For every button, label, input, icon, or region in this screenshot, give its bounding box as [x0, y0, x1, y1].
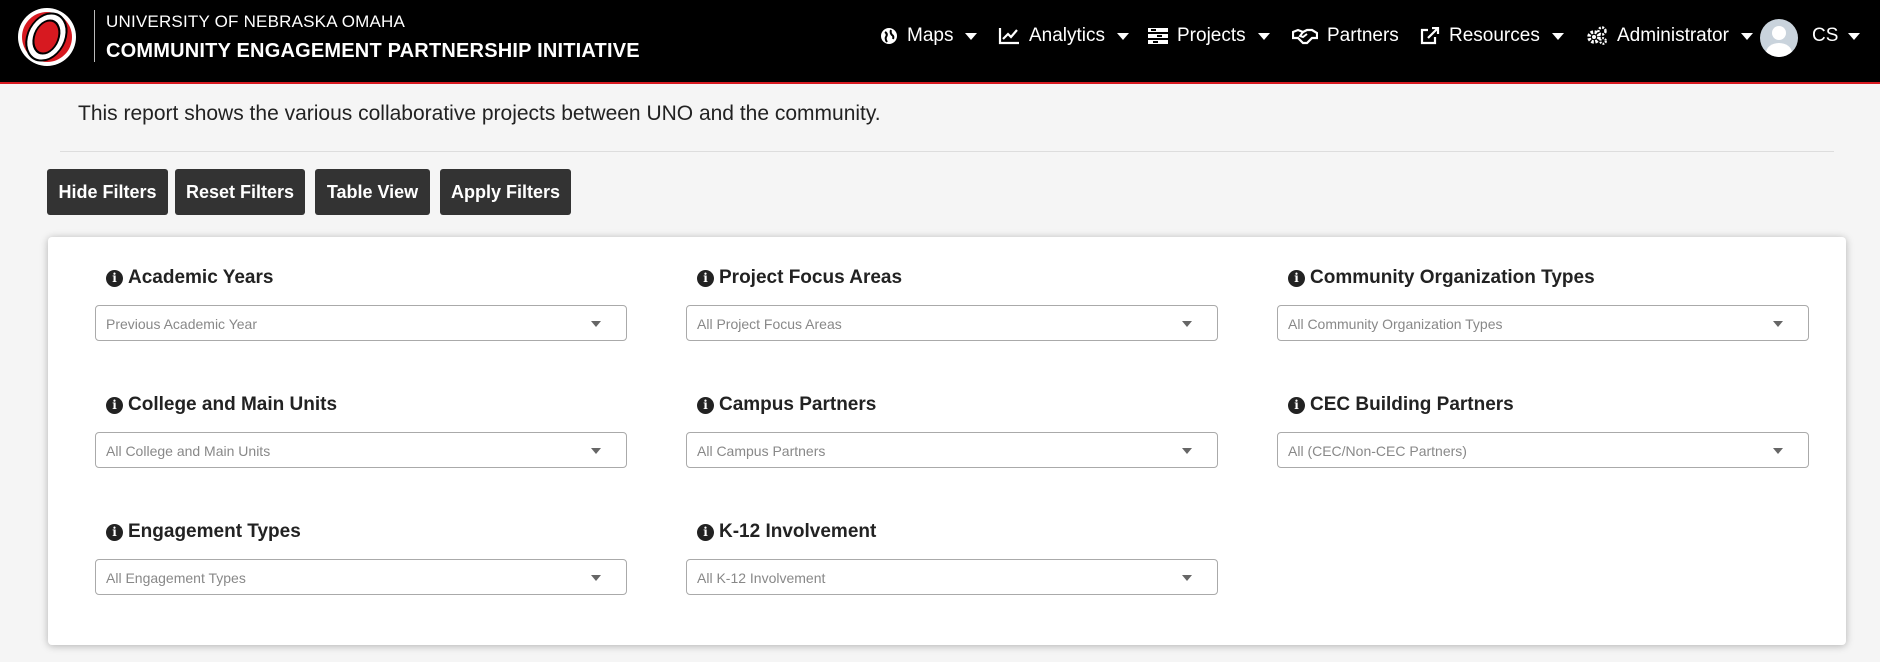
- academic-years-select[interactable]: Previous Academic Year: [95, 305, 627, 341]
- chevron-down-icon: [1182, 321, 1192, 327]
- nav-maps-label: Maps: [907, 25, 954, 46]
- cogs-icon: [1587, 26, 1607, 45]
- line-chart-icon: [998, 28, 1019, 45]
- college-units-select[interactable]: All College and Main Units: [95, 432, 627, 468]
- info-icon[interactable]: i: [697, 269, 714, 287]
- brand-divider: [94, 10, 95, 62]
- table-view-button[interactable]: Table View: [315, 169, 430, 215]
- chevron-down-icon: [965, 32, 978, 40]
- cec-building-partners-value: All (CEC/Non-CEC Partners): [1288, 443, 1467, 459]
- chevron-down-icon: [1773, 321, 1783, 327]
- campus-partners-value: All Campus Partners: [697, 443, 826, 459]
- handshake-icon: [1292, 28, 1318, 45]
- globe-icon: [881, 28, 897, 44]
- chevron-down-icon: [1773, 448, 1783, 454]
- nav-resources-label: Resources: [1449, 25, 1540, 46]
- divider: [60, 151, 1834, 152]
- user-initials[interactable]: CS: [1812, 25, 1838, 47]
- nav-projects-label: Projects: [1177, 25, 1246, 46]
- engagement-types-label-text: Engagement Types: [128, 521, 301, 542]
- project-focus-areas-label-text: Project Focus Areas: [719, 267, 903, 288]
- cec-building-partners-label-text: CEC Building Partners: [1310, 394, 1514, 415]
- info-icon[interactable]: i: [697, 523, 714, 541]
- hide-filters-button[interactable]: Hide Filters: [47, 169, 168, 215]
- campus-partners-label: i Campus Partners: [697, 394, 876, 416]
- app-title[interactable]: COMMUNITY ENGAGEMENT PARTNERSHIP INITIAT…: [106, 40, 640, 63]
- project-focus-areas-value: All Project Focus Areas: [697, 316, 842, 332]
- k12-involvement-value: All K-12 Involvement: [697, 570, 826, 586]
- project-focus-areas-label: i Project Focus Areas: [697, 267, 902, 289]
- info-icon[interactable]: i: [106, 396, 123, 414]
- info-icon[interactable]: i: [697, 396, 714, 414]
- academic-years-label-text: Academic Years: [128, 267, 274, 288]
- chevron-down-icon: [591, 321, 601, 327]
- campus-partners-label-text: Campus Partners: [719, 394, 877, 415]
- avatar[interactable]: [1760, 19, 1798, 57]
- info-icon[interactable]: i: [106, 523, 123, 541]
- report-description: This report shows the various collaborat…: [78, 102, 881, 125]
- uno-logo-icon[interactable]: [16, 6, 78, 68]
- user-menu-chevron-icon[interactable]: [1848, 33, 1860, 40]
- community-org-types-label-text: Community Organization Types: [1310, 267, 1595, 288]
- college-units-value: All College and Main Units: [106, 443, 271, 459]
- academic-years-label: i Academic Years: [106, 267, 273, 289]
- k12-involvement-select[interactable]: All K-12 Involvement: [686, 559, 1218, 595]
- community-org-types-select[interactable]: All Community Organization Types: [1277, 305, 1809, 341]
- info-icon[interactable]: i: [1288, 269, 1305, 287]
- reset-filters-button[interactable]: Reset Filters: [175, 169, 305, 215]
- nav-partners[interactable]: Partners: [1292, 0, 1399, 72]
- chevron-down-icon: [1257, 32, 1270, 40]
- nav-partners-label: Partners: [1327, 25, 1399, 46]
- cec-building-partners-select[interactable]: All (CEC/Non-CEC Partners): [1277, 432, 1809, 468]
- info-icon[interactable]: i: [1288, 396, 1305, 414]
- engagement-types-label: i Engagement Types: [106, 521, 301, 543]
- nav-analytics[interactable]: Analytics: [998, 0, 1130, 72]
- engagement-types-select[interactable]: All Engagement Types: [95, 559, 627, 595]
- chevron-down-icon: [1182, 448, 1192, 454]
- engagement-types-value: All Engagement Types: [106, 570, 246, 586]
- nav-projects[interactable]: Projects: [1148, 0, 1270, 72]
- college-units-label: i College and Main Units: [106, 394, 337, 416]
- k12-involvement-label: i K-12 Involvement: [697, 521, 876, 543]
- chevron-down-icon: [1740, 32, 1753, 40]
- user-icon: [1766, 26, 1792, 57]
- cec-building-partners-label: i CEC Building Partners: [1288, 394, 1514, 416]
- chevron-down-icon: [1551, 32, 1564, 40]
- project-focus-areas-select[interactable]: All Project Focus Areas: [686, 305, 1218, 341]
- campus-partners-select[interactable]: All Campus Partners: [686, 432, 1218, 468]
- college-units-label-text: College and Main Units: [128, 394, 338, 415]
- apply-filters-button[interactable]: Apply Filters: [440, 169, 571, 215]
- nav-administrator[interactable]: Administrator: [1586, 0, 1753, 72]
- k12-involvement-label-text: K-12 Involvement: [719, 521, 877, 542]
- chevron-down-icon: [1182, 575, 1192, 581]
- chevron-down-icon: [1117, 32, 1130, 40]
- chevron-down-icon: [591, 448, 601, 454]
- nav-analytics-label: Analytics: [1029, 25, 1106, 46]
- nav-administrator-label: Administrator: [1617, 25, 1729, 46]
- info-icon[interactable]: i: [106, 269, 123, 287]
- chevron-down-icon: [591, 575, 601, 581]
- filters-panel: i Academic Years Previous Academic Year i…: [48, 237, 1846, 645]
- org-name: UNIVERSITY OF NEBRASKA OMAHA: [106, 12, 406, 31]
- nav-resources[interactable]: Resources: [1420, 0, 1564, 72]
- external-link-icon: [1420, 27, 1440, 45]
- community-org-types-label: i Community Organization Types: [1288, 267, 1595, 289]
- tasks-icon: [1148, 28, 1168, 44]
- community-org-types-value: All Community Organization Types: [1288, 316, 1503, 332]
- academic-years-value: Previous Academic Year: [106, 316, 257, 332]
- nav-maps[interactable]: Maps: [880, 0, 978, 72]
- top-navbar: UNIVERSITY OF NEBRASKA OMAHA COMMUNITY E…: [0, 0, 1880, 84]
